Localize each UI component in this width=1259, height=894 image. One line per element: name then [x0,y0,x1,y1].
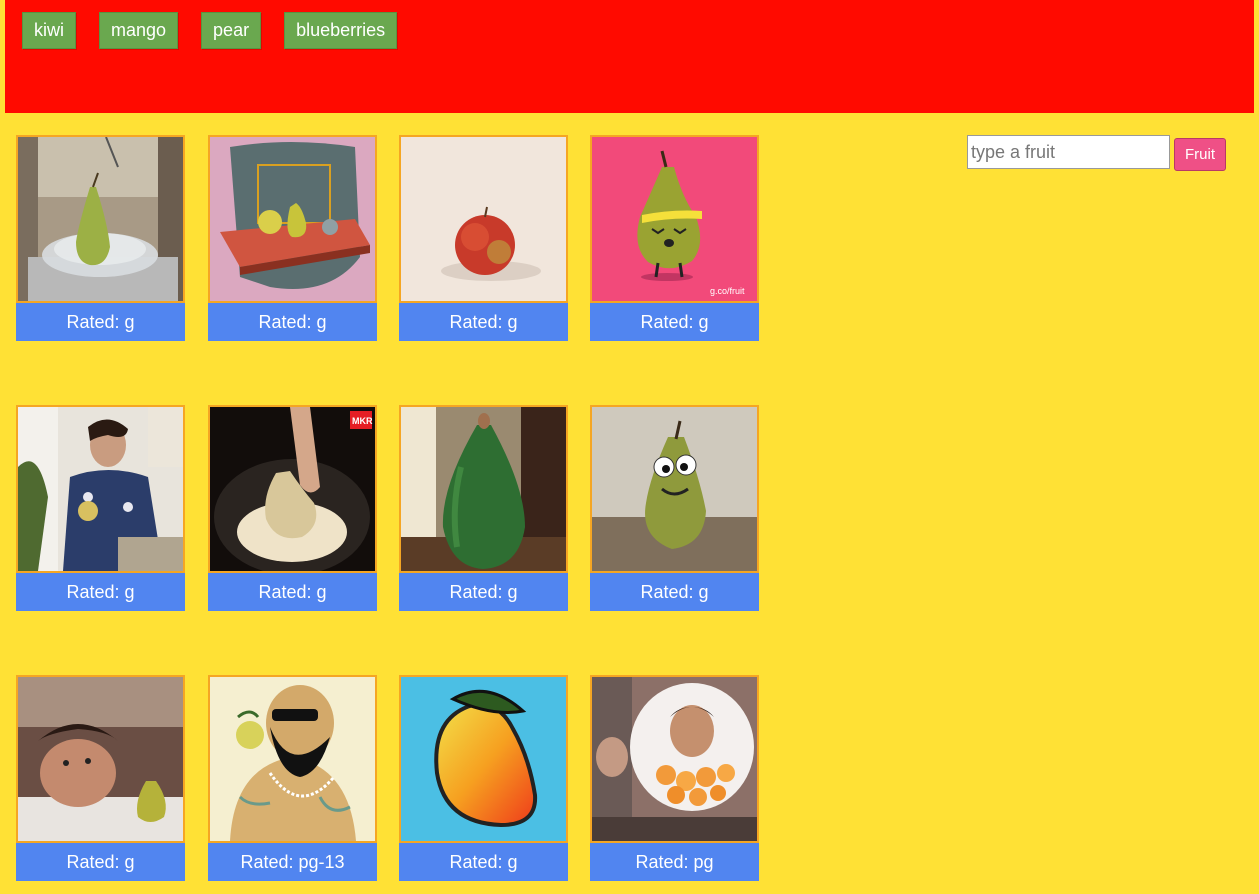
gif-image-pear-still-life[interactable] [208,135,377,303]
tab-pear[interactable]: pear [201,12,262,49]
gif-image-rapper-eating-pear[interactable] [208,675,377,843]
gif-image-poached-pear-bowl[interactable]: MKR [208,405,377,573]
top-bar: kiwi mango pear blueberries [5,0,1254,113]
gif-card: Rated: g [16,405,185,611]
gif-card: Rated: g [208,135,377,341]
rating-label: Rated: pg [590,843,759,881]
gif-card: Rated: g [399,135,568,341]
gif-card: Rated: pg [590,675,759,881]
gif-image-cartoon-mango[interactable] [399,675,568,843]
add-fruit-button[interactable]: Fruit [1174,138,1226,171]
gif-image-woman-oranges-dream[interactable] [590,675,759,843]
gif-image-man-eating-pear[interactable] [16,405,185,573]
gif-card: Rated: pg-13 [208,675,377,881]
gif-image-pear-on-glass-plate[interactable] [16,135,185,303]
gif-image-person-pear-costume[interactable] [399,405,568,573]
rating-label: Rated: g [399,573,568,611]
rating-label: Rated: g [16,573,185,611]
fruit-search-input[interactable] [967,135,1170,169]
gif-card: Rated: g [399,675,568,881]
gif-card: Rated: g [590,405,759,611]
gif-card: Rated: g [399,405,568,611]
rating-label: Rated: pg-13 [208,843,377,881]
rating-label: Rated: g [590,303,759,341]
gif-card: MKR Rated: g [208,405,377,611]
rating-label: Rated: g [16,303,185,341]
fruit-tabs: kiwi mango pear blueberries [22,12,420,49]
caption-text: MKR [352,416,373,426]
gif-card: g.co/fruit Rated: g [590,135,759,341]
rating-label: Rated: g [16,843,185,881]
tab-blueberries[interactable]: blueberries [284,12,398,49]
gif-image-cartoon-pear-workout[interactable]: g.co/fruit [590,135,759,303]
gif-card: Rated: g [16,135,185,341]
gif-image-man-with-pear[interactable] [16,675,185,843]
rating-label: Rated: g [208,303,377,341]
tab-kiwi[interactable]: kiwi [22,12,76,49]
rating-label: Rated: g [208,573,377,611]
rating-label: Rated: g [399,843,568,881]
gif-image-red-apple[interactable] [399,135,568,303]
gif-card: Rated: g [16,675,185,881]
tab-mango[interactable]: mango [99,12,179,49]
rating-label: Rated: g [399,303,568,341]
gif-image-googly-eye-pear[interactable] [590,405,759,573]
rating-label: Rated: g [590,573,759,611]
caption-text: g.co/fruit [710,286,745,296]
